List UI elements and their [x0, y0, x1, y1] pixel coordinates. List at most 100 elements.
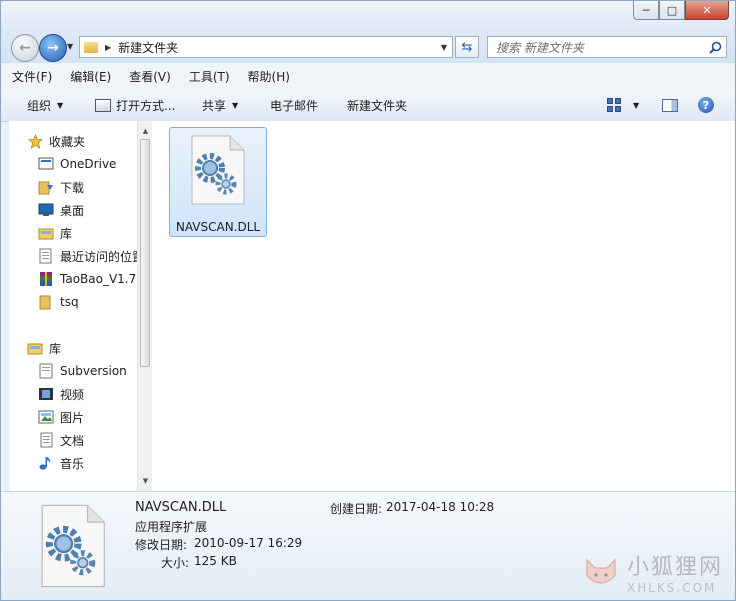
fox-logo-icon: [586, 558, 616, 584]
nav-favorites-header[interactable]: 收藏夹: [27, 130, 85, 152]
breadcrumb-current[interactable]: 新建文件夹: [118, 39, 436, 56]
help-icon: ?: [698, 97, 714, 113]
view-options-icon: [607, 98, 621, 112]
documents-icon: [38, 432, 54, 448]
winrar-archive-icon: [38, 271, 54, 287]
downloads-icon: [38, 179, 54, 195]
nav-item-label: 最近访问的位置: [60, 249, 137, 264]
detail-file-name: NAVSCAN.DLL: [135, 500, 227, 515]
change-view-button[interactable]: ▼: [607, 89, 639, 121]
menu-view[interactable]: 查看(V): [118, 68, 178, 85]
library-icon: [38, 225, 54, 241]
folder-icon: [38, 294, 54, 310]
dll-file-icon: [41, 504, 105, 588]
detail-size-value: 125 KB: [194, 554, 237, 568]
file-item-navscan-dll[interactable]: NAVSCAN.DLL: [169, 127, 267, 237]
explorer-window: ─ □ ✕ ← → ▼ ▶ 新建文件夹 ▼ ⇆ 搜索 新建文件夹 文件(F) 编…: [0, 0, 736, 601]
new-folder-label: 新建文件夹: [347, 98, 408, 113]
preview-pane-button[interactable]: [662, 89, 678, 121]
library-icon: [27, 340, 43, 356]
search-placeholder: 搜索 新建文件夹: [496, 40, 584, 55]
menu-bar: 文件(F) 编辑(E) 查看(V) 工具(T) 帮助(H): [1, 63, 735, 90]
command-bar: 组织 ▼ 打开方式... 共享 ▼ 电子邮件 新建文件夹 ▼ ?: [1, 89, 735, 122]
preview-pane-icon: [662, 98, 678, 112]
scrollbar-thumb[interactable]: [140, 139, 150, 367]
onedrive-icon: [38, 156, 54, 172]
email-button[interactable]: 电子邮件: [270, 89, 318, 121]
open-with-icon: [95, 98, 111, 112]
refresh-button[interactable]: ⇆: [455, 36, 479, 58]
email-label: 电子邮件: [270, 98, 319, 113]
nav-item-label: 桌面: [60, 203, 85, 218]
back-button[interactable]: ←: [11, 34, 39, 62]
nav-item-subversion[interactable]: Subversion: [38, 360, 127, 382]
detail-modified-label: 修改日期:: [135, 538, 188, 552]
open-with-button[interactable]: 打开方式...: [95, 89, 175, 121]
nav-item-label: TaoBao_V1.7: [60, 272, 137, 286]
nav-item-documents[interactable]: 文档: [38, 429, 84, 451]
search-icon[interactable]: [704, 41, 726, 54]
navigation-scrollbar[interactable]: ▲ ▼: [137, 121, 152, 491]
nav-libraries-header[interactable]: 库: [27, 337, 61, 359]
recent-pages-dropdown-icon[interactable]: ▼: [67, 42, 73, 51]
menu-tools[interactable]: 工具(T): [178, 68, 237, 85]
nav-item-tsq[interactable]: tsq: [38, 291, 79, 313]
nav-item-label: 库: [60, 226, 73, 241]
address-bar[interactable]: ▶ 新建文件夹 ▼: [79, 36, 453, 58]
caption-buttons: ─ □ ✕: [633, 1, 729, 20]
desktop-icon: [38, 202, 54, 218]
nav-item-label: 视频: [60, 387, 85, 402]
watermark-title: 小狐狸网: [626, 555, 723, 580]
pictures-icon: [38, 409, 54, 425]
chevron-down-icon: ▼: [57, 100, 64, 110]
organize-button[interactable]: 组织 ▼: [27, 89, 63, 121]
nav-item-videos[interactable]: 视频: [38, 383, 84, 405]
recent-places-icon: [38, 248, 54, 264]
nav-favorites-label: 收藏夹: [49, 134, 86, 149]
nav-item-library[interactable]: 库: [38, 222, 72, 244]
videos-icon: [38, 386, 54, 402]
nav-item-onedrive[interactable]: OneDrive: [38, 153, 116, 175]
nav-item-desktop[interactable]: 桌面: [38, 199, 84, 221]
forward-button[interactable]: →: [39, 34, 67, 62]
scroll-down-arrow-icon[interactable]: ▼: [138, 473, 153, 489]
menu-help[interactable]: 帮助(H): [237, 68, 297, 85]
watermark-url: XHLKS.COM: [626, 581, 717, 595]
close-button[interactable]: ✕: [685, 1, 729, 20]
chevron-down-icon: ▼: [232, 100, 239, 110]
nav-item-label: 图片: [60, 410, 85, 425]
nav-item-taobao[interactable]: TaoBao_V1.7: [38, 268, 136, 290]
file-name: NAVSCAN.DLL: [175, 220, 261, 234]
title-bar[interactable]: ─ □ ✕: [1, 1, 735, 31]
details-pane: NAVSCAN.DLL 应用程序扩展 修改日期: 2010-09-17 16:2…: [1, 491, 735, 600]
address-dropdown-icon[interactable]: ▼: [436, 43, 452, 52]
search-input[interactable]: 搜索 新建文件夹: [487, 36, 727, 58]
refresh-icon: ⇆: [461, 39, 473, 55]
chevron-down-icon[interactable]: ▼: [633, 101, 639, 110]
minimize-button[interactable]: ─: [633, 1, 659, 20]
nav-item-pictures[interactable]: 图片: [38, 406, 84, 428]
breadcrumb-chevron-icon[interactable]: ▶: [105, 43, 111, 52]
open-with-label: 打开方式...: [116, 98, 176, 113]
menu-edit[interactable]: 编辑(E): [59, 68, 118, 85]
scroll-up-arrow-icon[interactable]: ▲: [138, 123, 153, 139]
help-button[interactable]: ?: [698, 89, 714, 121]
detail-file-type: 应用程序扩展: [135, 520, 208, 534]
menu-file[interactable]: 文件(F): [1, 68, 59, 85]
folder-icon: [84, 41, 98, 53]
music-icon: [38, 455, 54, 471]
address-row: ← → ▼ ▶ 新建文件夹 ▼ ⇆ 搜索 新建文件夹: [1, 31, 735, 63]
nav-item-downloads[interactable]: 下载: [38, 176, 84, 198]
nav-libraries-label: 库: [49, 341, 62, 356]
maximize-button[interactable]: □: [659, 1, 685, 20]
subversion-icon: [38, 363, 54, 379]
share-button[interactable]: 共享 ▼: [202, 89, 238, 121]
nav-item-music[interactable]: 音乐: [38, 452, 84, 474]
detail-modified-value: 2010-09-17 16:29: [194, 536, 303, 550]
dll-file-icon: [191, 135, 245, 205]
new-folder-button[interactable]: 新建文件夹: [347, 89, 407, 121]
nav-item-recent-places[interactable]: 最近访问的位置: [38, 245, 137, 267]
file-list[interactable]: NAVSCAN.DLL: [152, 121, 735, 491]
detail-created-value: 2017-04-18 10:28: [386, 500, 495, 514]
watermark: 小狐狸网 XHLKS.COM: [581, 549, 723, 595]
